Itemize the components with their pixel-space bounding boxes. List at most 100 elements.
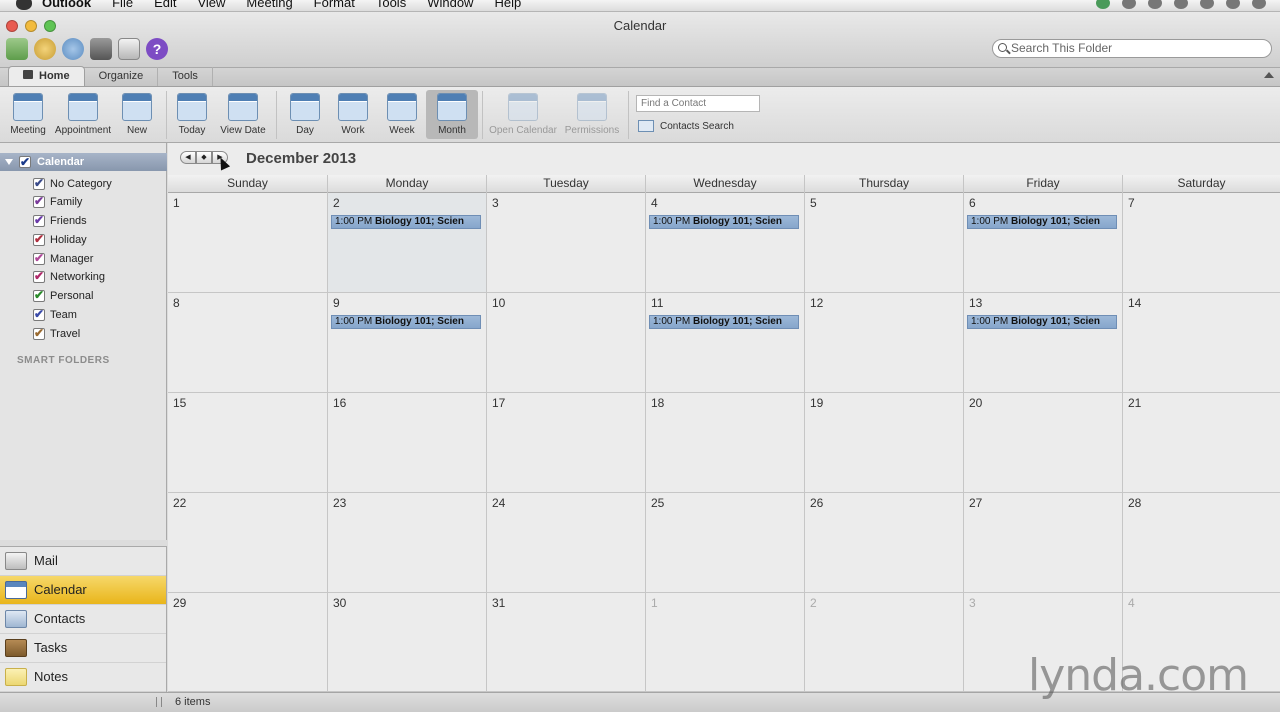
day-cell[interactable]: 15 [168,393,327,493]
nav-mail[interactable]: Mail [0,547,166,576]
day-cell[interactable]: 31 [486,593,645,692]
day-cell[interactable]: 28 [1122,493,1280,593]
day-cell[interactable]: 12 [804,293,963,393]
today-dot-button[interactable]: ◆ [196,151,212,164]
day-cell[interactable]: 21 [1122,393,1280,493]
day-cell[interactable]: 3 [486,193,645,293]
disclosure-triangle-icon[interactable] [5,159,13,165]
menu-tools[interactable]: Tools [376,0,406,10]
day-cell[interactable]: 13 1:00 PM Biology 101; Scien [963,293,1122,393]
apple-menu-icon[interactable] [16,0,32,10]
resize-grip-icon[interactable] [156,697,162,707]
week-view-button[interactable]: Week [383,93,421,136]
day-cell[interactable]: 20 [963,393,1122,493]
category-checkbox[interactable] [33,212,45,228]
nav-notes[interactable]: Notes [0,663,166,692]
category-personal[interactable]: Personal [33,287,93,305]
tab-organize[interactable]: Organize [85,67,159,86]
meeting-button[interactable]: Meeting [8,93,48,136]
previous-month-button[interactable]: ◀ [180,151,196,164]
day-cell[interactable]: 29 [168,593,327,692]
day-cell[interactable]: 5 [804,193,963,293]
day-cell[interactable]: 2 [804,593,963,692]
category-checkbox[interactable] [33,175,45,191]
menu-edit[interactable]: Edit [154,0,176,10]
day-cell[interactable]: 11 1:00 PM Biology 101; Scien [645,293,804,393]
nav-calendar[interactable]: Calendar [0,576,166,605]
day-cell[interactable]: 24 [486,493,645,593]
day-cell[interactable]: 4 1:00 PM Biology 101; Scien [645,193,804,293]
menu-view[interactable]: View [197,0,225,10]
view-date-button[interactable]: View Date [218,93,268,136]
day-cell[interactable]: 7 [1122,193,1280,293]
day-cell[interactable]: 14 [1122,293,1280,393]
category-travel[interactable]: Travel [33,325,80,343]
day-cell[interactable]: 22 [168,493,327,593]
calendar-checkbox[interactable] [19,153,31,171]
category-family[interactable]: Family [33,193,82,211]
customize-toolbar-icon[interactable] [118,38,140,60]
category-checkbox[interactable] [33,325,45,341]
category-checkbox[interactable] [33,231,45,247]
contacts-search-button[interactable]: Contacts Search [638,120,734,132]
day-cell[interactable]: 1 [645,593,804,692]
calendar-event[interactable]: 1:00 PM Biology 101; Scien [649,215,799,229]
day-cell[interactable]: 6 1:00 PM Biology 101; Scien [963,193,1122,293]
tab-home[interactable]: Home [8,66,85,86]
bluetooth-icon[interactable] [1148,0,1162,9]
day-cell[interactable]: 10 [486,293,645,393]
category-no-category[interactable]: No Category [33,175,112,193]
send-receive-icon[interactable] [6,38,28,60]
redo-icon[interactable] [62,38,84,60]
calendar-event[interactable]: 1:00 PM Biology 101; Scien [967,215,1117,229]
nav-tasks[interactable]: Tasks [0,634,166,663]
time-machine-icon[interactable] [1122,0,1136,9]
day-cell[interactable]: 1 [168,193,327,293]
menu-app-outlook[interactable]: Outlook [42,0,91,10]
open-calendar-button[interactable]: Open Calendar [488,93,558,136]
day-cell[interactable]: 8 [168,293,327,393]
category-holiday[interactable]: Holiday [33,231,87,249]
menu-format[interactable]: Format [314,0,355,10]
notification-list-icon[interactable] [1252,0,1266,9]
print-icon[interactable] [90,38,112,60]
help-icon[interactable]: ? [146,38,168,60]
category-manager[interactable]: Manager [33,250,93,268]
category-checkbox[interactable] [33,193,45,209]
calendar-event[interactable]: 1:00 PM Biology 101; Scien [967,315,1117,329]
category-checkbox[interactable] [33,250,45,266]
spotlight-icon[interactable] [1226,0,1240,9]
undo-icon[interactable] [34,38,56,60]
day-cell[interactable]: 18 [645,393,804,493]
menu-help[interactable]: Help [494,0,521,10]
category-team[interactable]: Team [33,306,77,324]
day-view-button[interactable]: Day [286,93,324,136]
sidebar-calendar-root[interactable]: Calendar [0,153,167,171]
calendar-event[interactable]: 1:00 PM Biology 101; Scien [331,215,481,229]
work-week-view-button[interactable]: Work [334,93,372,136]
calendar-event[interactable]: 1:00 PM Biology 101; Scien [649,315,799,329]
day-cell[interactable]: 30 [327,593,486,692]
menu-file[interactable]: File [112,0,133,10]
wifi-icon[interactable] [1174,0,1188,9]
category-checkbox[interactable] [33,287,45,303]
volume-icon[interactable] [1200,0,1214,9]
day-cell[interactable]: 17 [486,393,645,493]
category-checkbox[interactable] [33,268,45,284]
day-cell[interactable]: 19 [804,393,963,493]
find-contact-input[interactable]: Find a Contact [636,95,760,112]
category-friends[interactable]: Friends [33,212,87,230]
new-button[interactable]: New [118,93,156,136]
day-cell[interactable]: 23 [327,493,486,593]
day-cell[interactable]: 27 [963,493,1122,593]
day-cell[interactable]: 26 [804,493,963,593]
menu-window[interactable]: Window [427,0,473,10]
menu-meeting[interactable]: Meeting [246,0,292,10]
collapse-ribbon-icon[interactable] [1264,72,1274,78]
calendar-event[interactable]: 1:00 PM Biology 101; Scien [331,315,481,329]
permissions-button[interactable]: Permissions [563,93,621,136]
appointment-button[interactable]: Appointment [52,93,114,136]
today-button[interactable]: Today [174,93,210,136]
search-folder-input[interactable]: Search This Folder [992,39,1272,58]
month-view-button[interactable]: Month [426,90,478,139]
